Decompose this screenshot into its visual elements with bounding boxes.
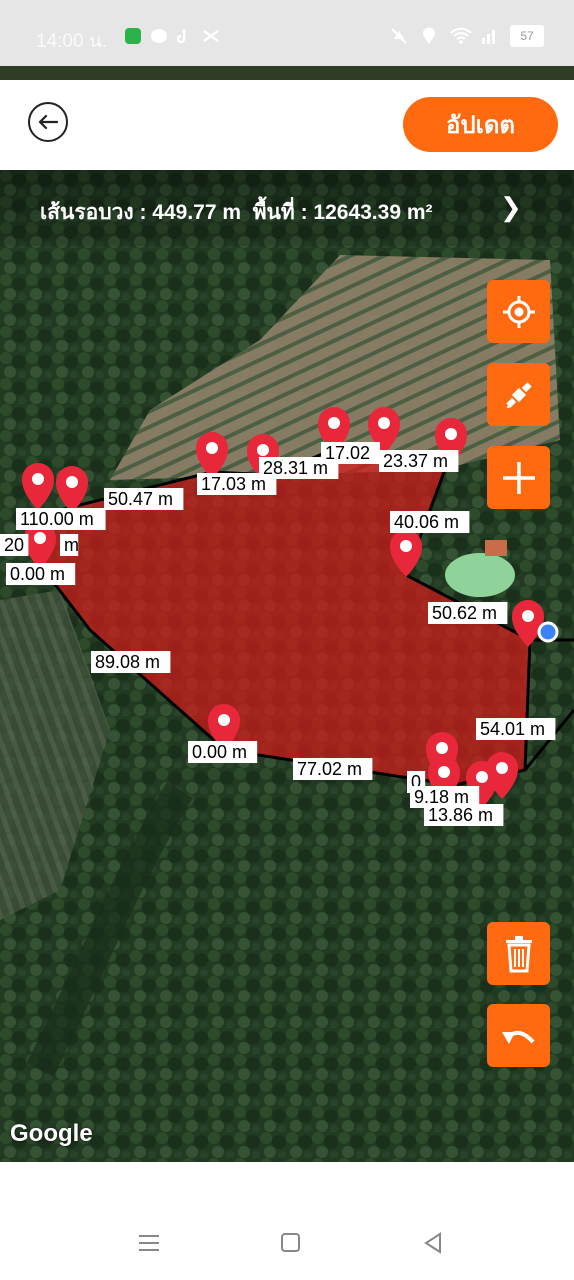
distance-label: 40.06 m	[390, 511, 470, 533]
distance-label-text: 77.02 m	[297, 759, 362, 779]
current-location-dot	[537, 621, 559, 643]
update-button[interactable]: อัปเดต	[403, 97, 558, 152]
distance-label-text: 17.03 m	[201, 474, 266, 494]
distance-label-text: 28.31 m	[263, 458, 328, 478]
wifi-icon	[450, 27, 472, 45]
arrow-left-icon	[38, 114, 59, 130]
distance-label: m	[60, 534, 79, 556]
trash-icon	[505, 935, 532, 972]
distance-label-text: 50.62 m	[432, 603, 497, 623]
map-top-strip	[0, 66, 574, 80]
measurement-text: เส้นรอบวง : 449.77 m พื้นที่ : 12643.39 …	[40, 196, 433, 229]
location-icon	[420, 27, 438, 45]
signal-icon	[480, 27, 498, 45]
status-bar: 14:00 น. 57	[0, 0, 574, 66]
satellite-icon	[505, 381, 532, 408]
distance-label: 110.00 m	[16, 508, 106, 530]
system-nav-bar	[0, 1162, 574, 1280]
chevron-right-icon[interactable]: ❯	[500, 192, 522, 223]
app-notification-icon	[124, 27, 142, 45]
perimeter-label: เส้นรอบวง : 449.77 m	[40, 201, 242, 224]
crosshair-icon	[502, 295, 535, 328]
distance-label-text: 0.00 m	[10, 564, 65, 584]
distance-label-text: 89.08 m	[95, 652, 160, 672]
distance-label: 0.00 m	[188, 741, 258, 763]
map-type-button[interactable]	[487, 363, 550, 426]
line-icon	[150, 27, 168, 45]
distance-label-text: 13.86 m	[428, 805, 493, 825]
map-view[interactable]: 50.47 m 110.00 m 20 m 0.00 m 17.03 m 28.31 m 17…	[0, 170, 574, 1162]
tiktok-icon	[176, 27, 194, 45]
distance-label-text: m	[64, 535, 79, 555]
distance-label: 20	[0, 534, 29, 556]
distance-label: 13.86 m	[424, 804, 504, 826]
distance-label-text: 50.47 m	[108, 489, 173, 509]
distance-label-text: 0.00 m	[192, 742, 247, 762]
delete-button[interactable]	[487, 922, 550, 985]
distance-label: 0.00 m	[6, 563, 76, 585]
notification-icons	[124, 27, 220, 45]
distance-label: 50.62 m	[428, 602, 508, 624]
locate-button[interactable]	[487, 280, 550, 343]
home-icon[interactable]	[276, 1228, 306, 1258]
distance-label-text: 20	[4, 535, 24, 555]
capcut-icon	[202, 27, 220, 45]
distance-label-text: 40.06 m	[394, 512, 459, 532]
distance-label: 89.08 m	[91, 651, 171, 673]
battery-indicator: 57	[510, 25, 544, 47]
measurement-bar[interactable]: เส้นรอบวง : 449.77 m พื้นที่ : 12643.39 …	[0, 170, 574, 246]
status-time: 14:00 น.	[36, 31, 108, 52]
distance-label: 50.47 m	[104, 488, 184, 510]
undo-icon	[501, 1030, 535, 1044]
google-attribution: Google	[10, 1120, 93, 1147]
pond	[445, 553, 515, 597]
menu-icon[interactable]	[134, 1228, 164, 1258]
app-bar: อัปเดต	[0, 80, 574, 170]
add-point-button[interactable]	[487, 446, 550, 509]
undo-button[interactable]	[487, 1004, 550, 1067]
back-nav-icon[interactable]	[418, 1228, 448, 1258]
mute-icon	[390, 27, 408, 45]
distance-label-text: 110.00 m	[20, 509, 94, 529]
area-label: พื้นที่ : 12643.39 m²	[252, 201, 433, 224]
plus-icon	[502, 461, 535, 494]
system-icons: 57	[390, 25, 544, 47]
distance-label-text: 54.01 m	[480, 719, 545, 739]
distance-label-text: 17.02	[325, 443, 370, 463]
distance-label: 77.02 m	[293, 758, 373, 780]
distance-label: 17.02	[321, 442, 380, 464]
distance-label-text: 23.37 m	[383, 451, 448, 471]
back-button[interactable]	[28, 102, 68, 142]
building-roof	[485, 540, 507, 556]
distance-label: 23.37 m	[379, 450, 459, 472]
distance-label: 54.01 m	[476, 718, 556, 740]
